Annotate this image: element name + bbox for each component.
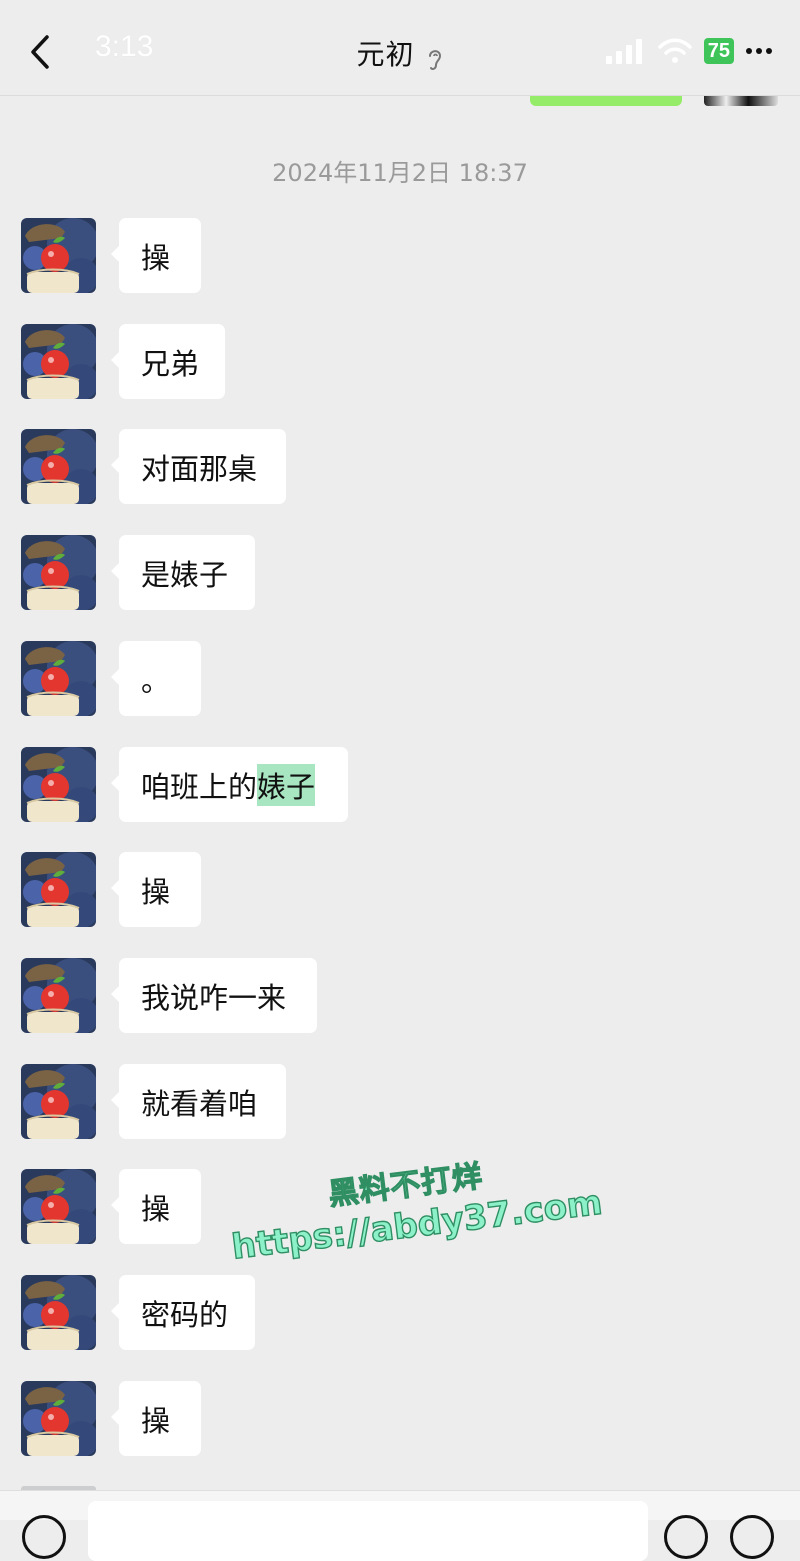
avatar-image [21,1064,96,1139]
avatar[interactable] [21,218,96,293]
message-bubble[interactable]: 操 [111,1381,201,1456]
status-time: 3:13 [95,30,154,63]
message-text: 。 [141,663,171,698]
message-row: 咱班上的 婊子 [21,747,781,823]
avatar[interactable] [21,1169,96,1244]
chevron-left-icon [31,35,49,69]
message-row: 兄弟 [21,324,781,400]
avatar[interactable] [21,1275,96,1350]
avatar[interactable] [21,324,96,399]
message-text: 操 [141,240,171,275]
avatar-image [21,958,96,1033]
avatar-image [21,852,96,927]
message-input[interactable] [88,1501,648,1561]
message-text: 操 [141,1191,171,1226]
message-row: 操 [21,1381,781,1457]
message-bubble[interactable]: 兄弟 [111,324,225,399]
avatar-image [21,747,96,822]
avatar-image [21,218,96,293]
message-text: 操 [141,1403,171,1438]
message-bubble[interactable]: 操 [111,1169,201,1244]
battery-indicator: 75 [703,38,734,64]
ear-icon [428,49,441,70]
avatar-image [21,429,96,504]
message-row: 就看着咱 [21,1064,781,1140]
chat-header: 3:13 元初 75 [0,0,800,96]
voice-button[interactable] [22,1515,66,1559]
message-bubble[interactable]: 密码的 [111,1275,255,1350]
avatar[interactable] [21,429,96,504]
more-icon-dot [766,48,772,54]
message-text: 对面那桌 [141,451,258,486]
message-text: 兄弟 [141,346,200,381]
avatar-image [21,641,96,716]
more-icon-dot [756,48,762,54]
avatar-image [21,1169,96,1244]
more-icon [746,48,752,54]
message-row: 操 [21,218,781,294]
message-text: 就看着咱 [141,1086,258,1121]
avatar-image [21,324,96,399]
signal-icon [605,39,642,64]
avatar-image [21,1381,96,1456]
message-text: 操 [141,874,171,909]
avatar[interactable] [21,852,96,927]
message-text: 密码的 [141,1297,229,1332]
highlighted-text: 婊子 [257,763,316,806]
avatar-image [21,535,96,610]
avatar-image [21,1275,96,1350]
message-text: 咱班上的 [141,769,258,804]
avatar[interactable] [21,1381,96,1456]
message-bubble[interactable]: 操 [111,852,201,927]
avatar[interactable] [21,641,96,716]
message-row: 对面那桌 [21,429,781,505]
back-button[interactable] [22,30,58,74]
message-row: 是婊子 [21,535,781,611]
message-bubble[interactable]: 操 [111,218,201,293]
message-timestamp: 2024年11月2日 18:37 [272,159,528,187]
avatar[interactable] [21,747,96,822]
message-row: 操 [21,1169,781,1245]
avatar[interactable] [21,958,96,1033]
wifi-icon [658,38,692,63]
message-bubble[interactable]: 是婊子 [111,535,255,610]
avatar[interactable] [21,535,96,610]
message-text: 是婊子 [141,557,229,592]
message-text: 我说咋一来 [141,980,287,1015]
message-row: 操 [21,852,781,928]
more-actions-button[interactable] [730,1515,774,1559]
input-bar [0,1490,800,1561]
message-bubble[interactable]: 咱班上的 婊子 [111,747,348,822]
message-bubble[interactable]: 。 [111,641,201,716]
message-row: 我说咋一来 [21,958,781,1034]
message-row: 密码的 [21,1275,781,1351]
chat-title: 元初 [356,38,415,71]
message-bubble[interactable]: 就看着咱 [111,1064,286,1139]
emoji-button[interactable] [664,1515,708,1559]
avatar[interactable] [21,1064,96,1139]
message-bubble[interactable]: 我说咋一来 [111,958,317,1033]
message-bubble[interactable]: 对面那桌 [111,429,286,504]
message-row: 。 [21,641,781,717]
more-button[interactable] [746,48,772,54]
